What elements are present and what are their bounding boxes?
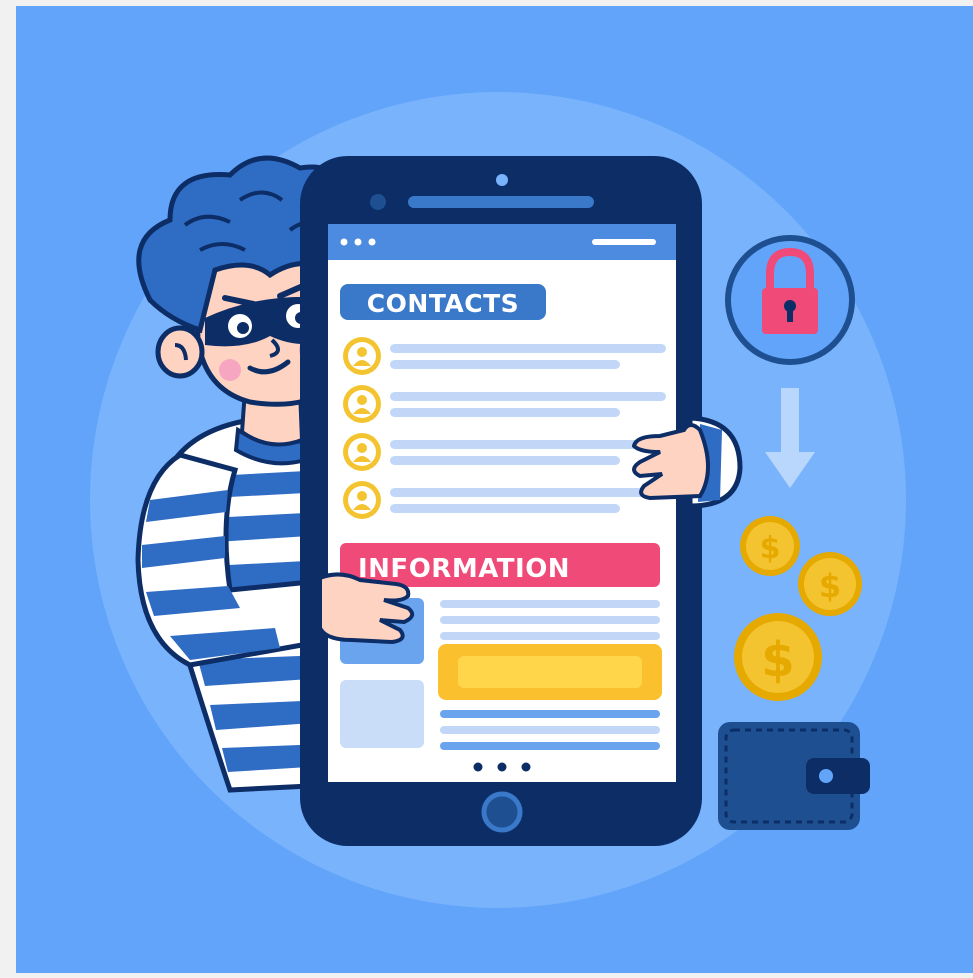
information-title: INFORMATION: [358, 554, 570, 584]
contacts-title: CONTACTS: [367, 289, 519, 318]
phone-sensor: [370, 194, 386, 210]
user-avatar-icon: [343, 337, 381, 375]
dollar-coin-icon: $: [798, 552, 862, 616]
pager-dot[interactable]: [497, 762, 507, 772]
illustration-stage: CONTACTS INFORMATION $ $ $: [0, 0, 973, 973]
svg-text:$: $: [761, 632, 794, 688]
wallet-icon: [718, 722, 870, 830]
svg-text:$: $: [819, 567, 841, 605]
phone-camera: [496, 174, 508, 186]
user-avatar-icon: [343, 385, 381, 423]
thief-cheek: [219, 359, 241, 381]
thief-left-hand: [318, 572, 415, 645]
pager-dot[interactable]: [473, 762, 483, 772]
home-button-icon[interactable]: [481, 791, 523, 833]
thief-right-hand: [631, 423, 710, 501]
info-image-placeholder-2: [340, 680, 424, 748]
user-avatar-icon: [343, 433, 381, 471]
svg-text:$: $: [760, 531, 781, 566]
thief-ear: [155, 325, 205, 379]
user-avatar-icon: [343, 481, 381, 519]
thief-phone-illustration: CONTACTS INFORMATION $ $ $: [16, 6, 973, 973]
information-header[interactable]: INFORMATION: [340, 543, 660, 587]
lock-icon: [725, 235, 855, 365]
contacts-header[interactable]: CONTACTS: [340, 284, 546, 320]
dollar-coin-icon: $: [734, 613, 822, 701]
phone-speaker: [408, 196, 594, 208]
dollar-coin-icon: $: [740, 516, 800, 576]
smartphone: CONTACTS INFORMATION: [300, 156, 702, 846]
pager-dot[interactable]: [521, 762, 531, 772]
